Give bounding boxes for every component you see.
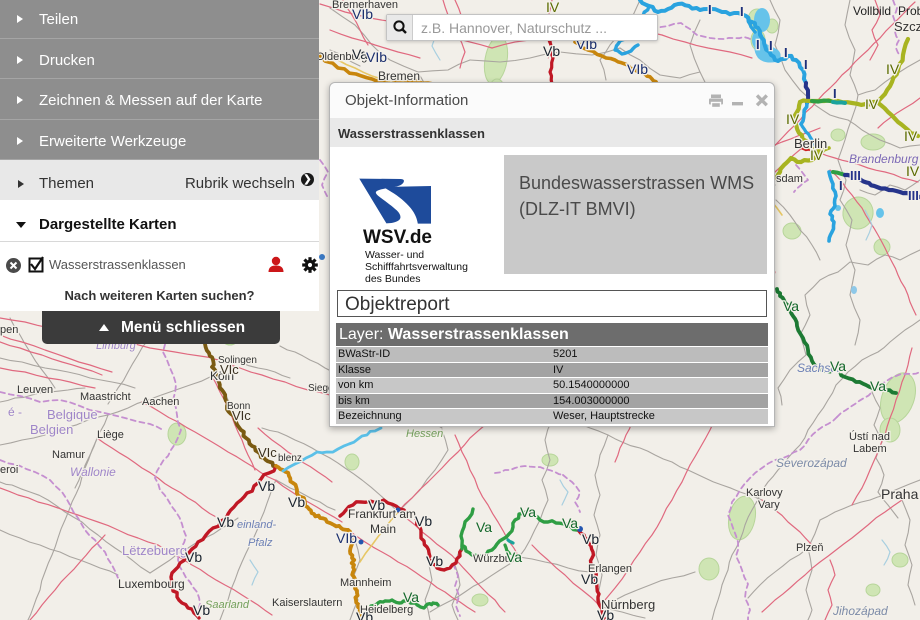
- svg-text:I: I: [708, 2, 712, 17]
- svg-text:Aachen: Aachen: [142, 396, 179, 408]
- svg-text:Wallonie: Wallonie: [70, 465, 116, 479]
- svg-text:Vary: Vary: [758, 499, 780, 511]
- svg-text:Vb: Vb: [426, 553, 443, 569]
- svg-text:Lëtzebuerg: Lëtzebuerg: [122, 543, 187, 558]
- svg-text:pen: pen: [0, 324, 18, 336]
- svg-text:IV: IV: [906, 163, 920, 179]
- svg-text:III: III: [850, 168, 861, 183]
- svg-text:Vb: Vb: [368, 497, 385, 513]
- svg-text:Va: Va: [476, 519, 492, 535]
- svg-text:IV: IV: [886, 61, 900, 77]
- svg-text:Vb: Vb: [597, 607, 614, 620]
- svg-text:I: I: [756, 37, 760, 52]
- svg-text:Va: Va: [783, 298, 799, 314]
- svg-text:Szczecin: Szczecin: [894, 19, 920, 34]
- svg-text:IV: IV: [904, 128, 918, 144]
- svg-text:Labem: Labem: [853, 443, 887, 455]
- svg-text:Vb: Vb: [543, 43, 560, 59]
- svg-text:VIb: VIb: [366, 49, 387, 65]
- svg-text:VIc: VIc: [232, 408, 251, 423]
- svg-text:einland-: einland-: [237, 519, 276, 531]
- svg-text:Hessen: Hessen: [406, 428, 443, 440]
- svg-text:VIc: VIc: [258, 445, 277, 460]
- svg-text:eroi: eroi: [0, 464, 18, 476]
- svg-text:IV: IV: [810, 147, 824, 163]
- svg-text:IV: IV: [786, 111, 800, 127]
- svg-text:Vb: Vb: [415, 513, 432, 529]
- svg-text:Vb: Vb: [258, 478, 275, 494]
- svg-text:Liège: Liège: [97, 429, 124, 441]
- svg-text:Va: Va: [506, 549, 522, 565]
- svg-text:Saarland: Saarland: [205, 599, 250, 611]
- svg-text:I: I: [833, 86, 837, 101]
- svg-text:VIc: VIc: [220, 362, 239, 377]
- svg-text:Belgique: Belgique: [47, 407, 98, 422]
- svg-text:Bremen: Bremen: [378, 69, 420, 83]
- svg-text:IV: IV: [546, 0, 560, 15]
- svg-text:Luxembourg: Luxembourg: [118, 577, 185, 591]
- svg-text:Vb: Vb: [356, 609, 373, 620]
- svg-text:I: I: [769, 38, 773, 53]
- svg-text:Severozápad: Severozápad: [776, 456, 847, 470]
- svg-text:Main: Main: [370, 522, 396, 536]
- svg-text:Vb: Vb: [582, 531, 599, 547]
- svg-text:Va: Va: [830, 358, 846, 374]
- svg-text:Va: Va: [520, 504, 536, 520]
- svg-text:Kaiserslautern: Kaiserslautern: [272, 597, 342, 609]
- svg-text:Vb: Vb: [288, 494, 305, 510]
- svg-text:Va: Va: [403, 589, 419, 605]
- svg-text:Jihozápad: Jihozápad: [832, 604, 888, 618]
- svg-text:Va: Va: [870, 378, 886, 394]
- svg-text:Praha: Praha: [881, 486, 919, 502]
- svg-text:I: I: [740, 4, 744, 19]
- svg-text:I: I: [839, 178, 843, 193]
- svg-text:Va: Va: [562, 515, 578, 531]
- svg-text:III: III: [908, 188, 919, 203]
- svg-text:Karlovy: Karlovy: [746, 487, 783, 499]
- svg-text:I: I: [804, 57, 808, 72]
- svg-text:sdam: sdam: [776, 173, 803, 185]
- svg-text:Vb: Vb: [581, 571, 598, 587]
- svg-text:Plzeň: Plzeň: [796, 542, 824, 554]
- svg-text:I: I: [784, 45, 788, 60]
- svg-text:IV: IV: [865, 96, 879, 112]
- svg-text:VIb: VIb: [627, 61, 648, 77]
- svg-text:Vb: Vb: [185, 549, 202, 565]
- svg-text:Namur: Namur: [52, 449, 85, 461]
- svg-text:Pfalz: Pfalz: [248, 537, 273, 549]
- svg-text:Leuven: Leuven: [17, 384, 53, 396]
- svg-text:Mannheim: Mannheim: [340, 577, 391, 589]
- svg-text:VIb: VIb: [336, 530, 357, 546]
- svg-text:Vb: Vb: [217, 514, 234, 530]
- svg-text:Vb: Vb: [193, 602, 210, 618]
- svg-text:é -: é -: [8, 405, 22, 419]
- svg-text:Maastricht: Maastricht: [80, 391, 131, 403]
- svg-text:Belgien: Belgien: [30, 422, 73, 437]
- svg-text:Ústí nad: Ústí nad: [849, 430, 890, 443]
- svg-text:VIb: VIb: [352, 6, 373, 22]
- svg-text:blenz: blenz: [278, 453, 302, 464]
